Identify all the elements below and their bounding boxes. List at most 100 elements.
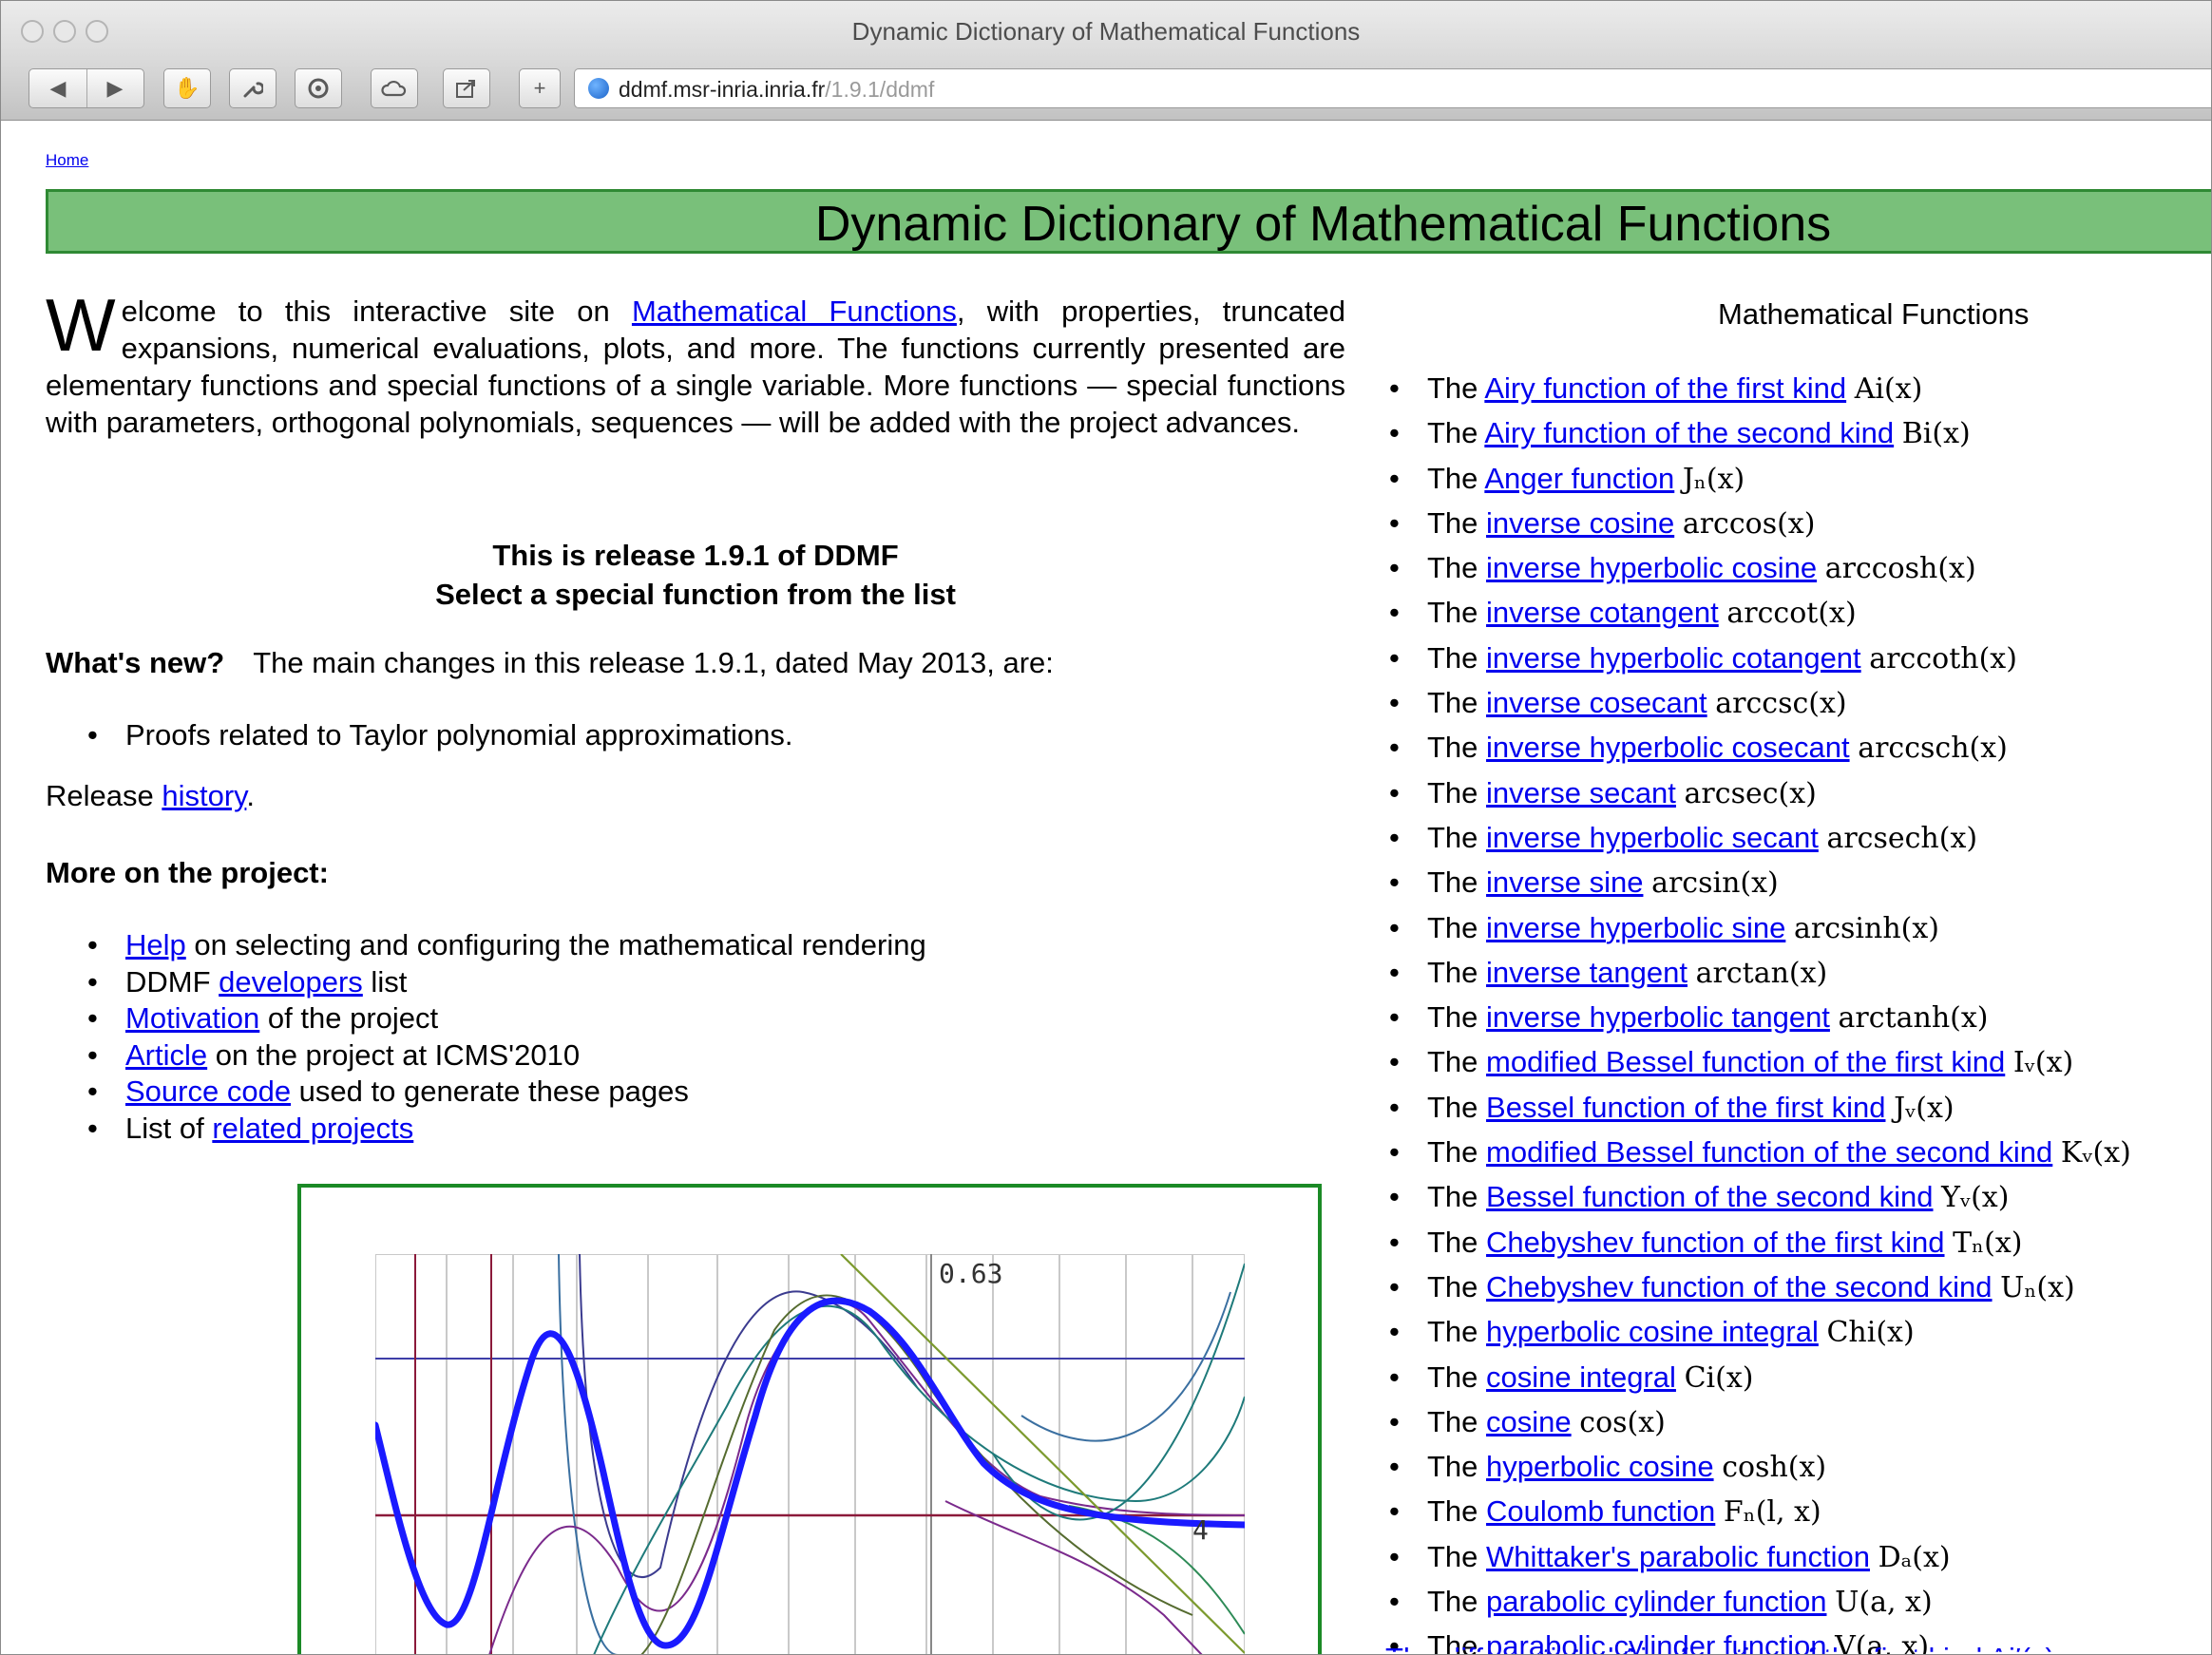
whats-new-list: Proofs related to Taylor polynomial appr… <box>46 717 792 754</box>
list-item: Proofs related to Taylor polynomial appr… <box>46 717 792 754</box>
function-notation: cos(x) <box>1579 1405 1666 1439</box>
function-link[interactable]: Chebyshev function of the first kind <box>1486 1226 1944 1259</box>
function-link[interactable]: modified Bessel function of the second k… <box>1486 1135 2052 1169</box>
window-titlebar: Dynamic Dictionary of Mathematical Funct… <box>0 0 2212 65</box>
function-list-item: The inverse hyperbolic secant arcsech(x) <box>1385 816 2131 861</box>
function-notation: arcsinh(x) <box>1793 911 1939 945</box>
cloud-icon[interactable] <box>371 68 418 108</box>
function-notation: arccos(x) <box>1682 506 1816 541</box>
function-link[interactable]: Anger function <box>1484 462 1674 495</box>
function-link[interactable]: Whittaker's parabolic function <box>1486 1540 1870 1573</box>
plot-label-right: 4 <box>1192 1514 1209 1546</box>
function-link[interactable]: Bessel function of the second kind <box>1486 1180 1933 1213</box>
back-arrow-icon[interactable]: ◀ <box>29 69 86 107</box>
function-notation: Kᵥ(x) <box>2060 1136 2131 1170</box>
source-code-link[interactable]: Source code <box>125 1075 291 1108</box>
function-notation: Ci(x) <box>1684 1360 1754 1395</box>
function-list-item: The hyperbolic cosine cosh(x) <box>1385 1445 2131 1490</box>
function-notation: Dₐ(x) <box>1878 1540 1951 1574</box>
function-link[interactable]: inverse hyperbolic cosine <box>1486 551 1817 584</box>
wrench-icon[interactable] <box>229 68 276 108</box>
function-link[interactable]: inverse cotangent <box>1486 596 1719 629</box>
globe-icon <box>588 78 609 99</box>
function-link[interactable]: Chebyshev function of the second kind <box>1486 1270 1993 1303</box>
page-content: Home Dynamic Dictionary of Mathematical … <box>0 121 2212 1655</box>
share-icon[interactable] <box>443 68 490 108</box>
function-list-item: The inverse cosine arccos(x) <box>1385 502 2131 546</box>
whats-new-text: The main changes in this release 1.9.1, … <box>253 646 1054 679</box>
add-tab-plus-icon[interactable]: + <box>519 68 561 108</box>
functions-list-title: Mathematical Functions <box>1718 297 2030 331</box>
function-notation: Yᵥ(x) <box>1941 1181 2010 1215</box>
function-list-item: The inverse hyperbolic cosecant arccsch(… <box>1385 726 2131 770</box>
whats-new-label: What's new? <box>46 646 225 679</box>
function-notation: cosh(x) <box>1722 1451 1827 1485</box>
forward-arrow-icon[interactable]: ▶ <box>86 69 143 107</box>
function-link[interactable]: inverse hyperbolic sine <box>1486 911 1785 944</box>
function-link[interactable]: cosine <box>1486 1405 1572 1438</box>
function-notation: arctanh(x) <box>1838 1001 1989 1036</box>
function-list-item: The Bessel function of the first kind Jᵥ… <box>1385 1086 2131 1131</box>
history-link[interactable]: history <box>162 779 246 812</box>
function-list-item: The Airy function of the second kind Bi(… <box>1385 411 2131 456</box>
home-link[interactable]: Home <box>46 151 88 170</box>
select-prompt: Select a special function from the list <box>435 578 956 611</box>
function-link[interactable]: inverse cosine <box>1486 506 1674 540</box>
function-link[interactable]: Coulomb function <box>1486 1494 1715 1528</box>
list-item: Article on the project at ICMS'2010 <box>46 1037 926 1075</box>
mathematical-functions-link[interactable]: Mathematical Functions <box>632 295 957 328</box>
function-list-item: The Chebyshev function of the first kind… <box>1385 1221 2131 1265</box>
address-bar[interactable]: ddmf.msr-inria.inria.fr/1.9.1/ddmf <box>574 68 2212 108</box>
function-link[interactable]: cosine integral <box>1486 1360 1676 1394</box>
help-link[interactable]: Help <box>125 928 186 961</box>
list-item: Help on selecting and configuring the ma… <box>46 927 926 964</box>
function-list-item: The inverse sine arcsin(x) <box>1385 861 2131 905</box>
function-link[interactable]: hyperbolic cosine <box>1486 1450 1714 1483</box>
article-link[interactable]: Article <box>125 1038 207 1072</box>
function-notation: arccsc(x) <box>1715 687 1847 721</box>
function-notation: arccot(x) <box>1726 597 1857 631</box>
function-link[interactable]: inverse hyperbolic cotangent <box>1486 641 1861 675</box>
back-forward-group: ◀ ▶ <box>29 68 144 108</box>
function-notation: arccsch(x) <box>1858 732 2008 766</box>
function-link[interactable]: inverse hyperbolic secant <box>1486 821 1819 854</box>
function-notation: arccoth(x) <box>1869 641 2017 675</box>
address-text[interactable]: ddmf.msr-inria.inria.fr/1.9.1/ddmf <box>619 77 934 103</box>
function-list-item: The hyperbolic cosine integral Chi(x) <box>1385 1310 2131 1355</box>
function-link[interactable]: inverse tangent <box>1486 956 1688 989</box>
function-link[interactable]: Airy function of the second kind <box>1484 416 1894 449</box>
grab-hand-icon[interactable]: ✋ <box>163 68 211 108</box>
function-notation: U(a, x) <box>1835 1586 1933 1620</box>
privacy-icon[interactable] <box>295 68 342 108</box>
function-link[interactable]: inverse hyperbolic cosecant <box>1486 731 1850 764</box>
release-heading: This is release 1.9.1 of DDMF Select a s… <box>46 536 1345 614</box>
function-link[interactable]: inverse cosecant <box>1486 686 1707 719</box>
function-list-item: The inverse tangent arctan(x) <box>1385 951 2131 996</box>
function-link[interactable]: Airy function of the first kind <box>1484 371 1846 405</box>
function-link[interactable]: hyperbolic cosine integral <box>1486 1315 1819 1348</box>
list-item: Source code used to generate these pages <box>46 1074 926 1111</box>
function-link[interactable]: inverse sine <box>1486 866 1643 899</box>
function-list-item: The modified Bessel function of the seco… <box>1385 1131 2131 1175</box>
function-notation: Chi(x) <box>1826 1316 1915 1350</box>
function-list-item: The inverse hyperbolic cosine arccosh(x) <box>1385 546 2131 591</box>
list-item: Motivation of the project <box>46 1000 926 1037</box>
function-notation: Jₙ(x) <box>1682 462 1745 496</box>
function-notation: Jᵥ(x) <box>1894 1091 1955 1125</box>
function-list-item: The inverse hyperbolic cotangent arccoth… <box>1385 637 2131 681</box>
developers-link[interactable]: developers <box>219 965 363 999</box>
function-list-item: The parabolic cylinder function U(a, x) <box>1385 1580 2131 1625</box>
related-projects-link[interactable]: related projects <box>212 1112 413 1145</box>
function-notation: arcsin(x) <box>1651 866 1779 901</box>
function-list-item: The cosine integral Ci(x) <box>1385 1356 2131 1400</box>
motivation-link[interactable]: Motivation <box>125 1001 259 1035</box>
function-link[interactable]: inverse secant <box>1486 776 1676 809</box>
function-link[interactable]: inverse hyperbolic tangent <box>1486 1000 1830 1034</box>
function-link[interactable]: modified Bessel function of the first ki… <box>1486 1045 2005 1078</box>
function-list-item: The Airy function of the first kind Ai(x… <box>1385 367 2131 411</box>
function-link[interactable]: Bessel function of the first kind <box>1486 1091 1885 1124</box>
function-link[interactable]: parabolic cylinder function <box>1486 1585 1826 1618</box>
function-notation: Ai(x) <box>1854 372 1923 406</box>
release-history: Release history. <box>46 779 255 812</box>
function-list-item: The inverse hyperbolic tangent arctanh(x… <box>1385 996 2131 1040</box>
